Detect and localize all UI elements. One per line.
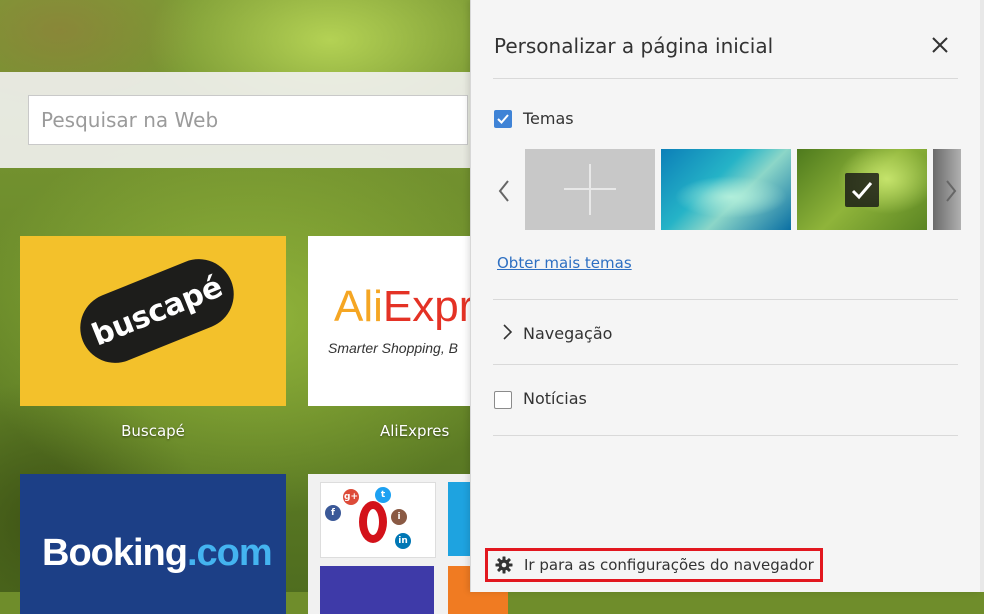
browser-settings-link-text: Ir para as configurações do navegador — [524, 556, 814, 574]
booking-logo-a: Booking — [42, 532, 188, 574]
themes-checkbox[interactable] — [494, 110, 512, 128]
navigation-expand-button[interactable] — [501, 323, 513, 341]
linkedin-icon: in — [395, 533, 411, 549]
panel-title: Personalizar a página inicial — [494, 34, 774, 58]
instagram-icon: i — [391, 509, 407, 525]
tile-caption-aliexpress: AliExpres — [380, 422, 450, 440]
aliexpress-tagline: Smarter Shopping, B — [328, 340, 458, 356]
close-icon — [932, 37, 948, 53]
get-more-themes-link[interactable]: Obter mais temas — [497, 254, 632, 272]
themes-prev-button[interactable] — [493, 175, 517, 207]
twitter-icon: t — [375, 487, 391, 503]
buscape-logo-text: buscapé — [86, 269, 228, 353]
theme-thumbnail-leaf-selected[interactable] — [797, 149, 927, 230]
customize-start-page-panel: Personalizar a página inicial Temas Obte… — [470, 0, 981, 592]
close-button[interactable] — [927, 32, 953, 58]
add-theme-thumbnail[interactable] — [525, 149, 655, 230]
search-input[interactable] — [28, 95, 468, 145]
news-label: Notícias — [523, 389, 587, 408]
news-checkbox[interactable] — [494, 391, 512, 409]
gear-icon — [495, 556, 513, 574]
browser-settings-link[interactable]: Ir para as configurações do navegador — [485, 548, 823, 582]
speed-dial-tile-booking[interactable]: Booking.com — [20, 474, 286, 614]
divider — [493, 78, 958, 79]
navigation-label[interactable]: Navegação — [523, 324, 612, 343]
selected-theme-badge — [845, 173, 879, 207]
divider — [493, 435, 958, 436]
theme-thumbnail-wave[interactable] — [661, 149, 791, 230]
facebook-icon: f — [325, 505, 341, 521]
tile-caption-buscape: Buscapé — [121, 422, 185, 440]
buscape-logo: buscapé — [69, 248, 245, 374]
folder-thumb-purple — [320, 566, 434, 614]
check-icon — [497, 114, 509, 124]
check-icon — [851, 182, 873, 200]
divider — [493, 299, 958, 300]
speed-dial-tile-buscape[interactable]: buscapé — [20, 236, 286, 406]
aliexpress-logo-a: Ali — [334, 282, 383, 331]
opera-social-thumbnail: g+ t f i in — [320, 482, 436, 558]
themes-next-button[interactable] — [939, 175, 963, 207]
booking-logo: Booking.com — [42, 532, 273, 575]
chevron-right-icon — [946, 180, 957, 202]
divider — [493, 364, 958, 365]
chevron-left-icon — [498, 180, 509, 202]
google-plus-icon: g+ — [343, 489, 359, 505]
chevron-right-icon — [503, 324, 513, 340]
panel-scroll-edge — [980, 0, 984, 592]
opera-logo-icon — [359, 501, 387, 543]
themes-label: Temas — [523, 109, 574, 128]
plus-icon — [564, 164, 616, 215]
booking-logo-b: .com — [186, 532, 273, 574]
